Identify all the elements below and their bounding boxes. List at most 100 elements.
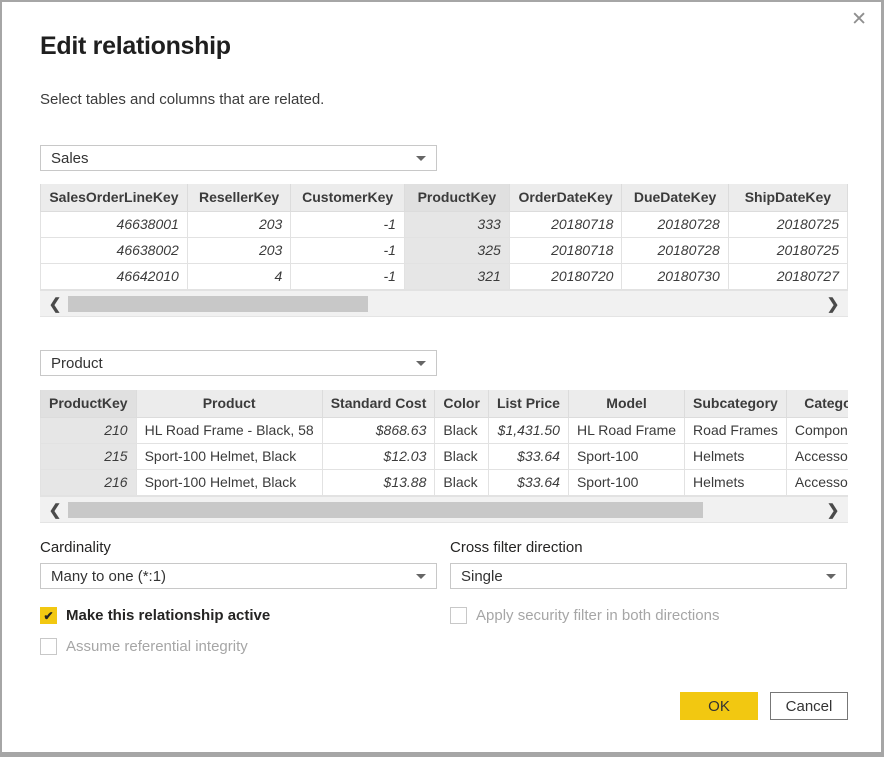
- table-cell[interactable]: 20180728: [622, 211, 728, 237]
- column-header[interactable]: Standard Cost: [322, 390, 435, 417]
- close-icon[interactable]: ✕: [851, 10, 867, 29]
- table-cell[interactable]: Accessories: [786, 443, 848, 469]
- table-cell[interactable]: Road Frames: [685, 417, 787, 443]
- table-cell[interactable]: 20180720: [509, 263, 622, 289]
- table-cell-selected[interactable]: 333: [404, 211, 509, 237]
- column-header[interactable]: List Price: [488, 390, 568, 417]
- column-header[interactable]: Subcategory: [685, 390, 787, 417]
- table-cell[interactable]: $13.88: [322, 469, 435, 495]
- table-cell-selected[interactable]: 321: [404, 263, 509, 289]
- sales-horizontal-scrollbar[interactable]: ❮ ❯: [40, 290, 848, 316]
- table-cell[interactable]: Helmets: [685, 443, 787, 469]
- table-cell[interactable]: $12.03: [322, 443, 435, 469]
- sales-header-row: SalesOrderLineKey ResellerKey CustomerKe…: [41, 184, 848, 211]
- checkbox-checked-icon[interactable]: ✔: [40, 607, 57, 624]
- table-cell[interactable]: 4: [187, 263, 290, 289]
- table-cell[interactable]: Black: [435, 443, 489, 469]
- column-header[interactable]: Color: [435, 390, 489, 417]
- table-cell[interactable]: $33.64: [488, 469, 568, 495]
- table-cell[interactable]: 20180718: [509, 237, 622, 263]
- scrollbar-thumb[interactable]: [68, 502, 703, 518]
- scroll-right-icon[interactable]: ❯: [820, 497, 846, 523]
- table-cell[interactable]: 20180725: [728, 211, 847, 237]
- cross-filter-select-value: Single: [461, 568, 503, 585]
- make-active-checkbox-row[interactable]: ✔ Make this relationship active: [40, 607, 270, 624]
- table-cell[interactable]: Accessories: [786, 469, 848, 495]
- product-table-select[interactable]: Product: [40, 350, 437, 376]
- table-row: 46642010 4 -1 321 20180720 20180730 2018…: [41, 263, 848, 289]
- table-cell[interactable]: Components: [786, 417, 848, 443]
- column-header[interactable]: Product: [136, 390, 322, 417]
- column-header[interactable]: ShipDateKey: [728, 184, 847, 211]
- table-cell[interactable]: 20180730: [622, 263, 728, 289]
- table-row: 210 HL Road Frame - Black, 58 $868.63 Bl…: [41, 417, 849, 443]
- scroll-left-icon[interactable]: ❮: [42, 497, 68, 523]
- cardinality-label: Cardinality: [40, 539, 111, 556]
- checkbox-unchecked-icon: [40, 638, 57, 655]
- edit-relationship-dialog: ✕ Edit relationship Select tables and co…: [0, 0, 884, 757]
- table-cell[interactable]: 46638001: [41, 211, 188, 237]
- column-header-selected[interactable]: ProductKey: [404, 184, 509, 211]
- scroll-left-icon[interactable]: ❮: [42, 291, 68, 317]
- table-cell-selected[interactable]: 325: [404, 237, 509, 263]
- product-horizontal-scrollbar[interactable]: ❮ ❯: [40, 496, 848, 522]
- table-cell[interactable]: 203: [187, 237, 290, 263]
- scroll-right-icon[interactable]: ❯: [820, 291, 846, 317]
- table-cell-selected[interactable]: 216: [41, 469, 137, 495]
- assume-integrity-label: Assume referential integrity: [66, 638, 248, 655]
- table-cell[interactable]: HL Road Frame - Black, 58: [136, 417, 322, 443]
- make-active-label: Make this relationship active: [66, 607, 270, 624]
- table-cell[interactable]: $1,431.50: [488, 417, 568, 443]
- table-cell[interactable]: Helmets: [685, 469, 787, 495]
- table-cell[interactable]: HL Road Frame: [568, 417, 684, 443]
- checkbox-unchecked-icon: [450, 607, 467, 624]
- column-header[interactable]: Model: [568, 390, 684, 417]
- column-header-selected[interactable]: ProductKey: [41, 390, 137, 417]
- column-header[interactable]: OrderDateKey: [509, 184, 622, 211]
- table-row: 216 Sport-100 Helmet, Black $13.88 Black…: [41, 469, 849, 495]
- table-cell[interactable]: 20180728: [622, 237, 728, 263]
- table-cell[interactable]: 20180718: [509, 211, 622, 237]
- table-cell[interactable]: Sport-100 Helmet, Black: [136, 443, 322, 469]
- scrollbar-thumb[interactable]: [68, 296, 368, 312]
- ok-button[interactable]: OK: [680, 692, 758, 720]
- table-cell[interactable]: $868.63: [322, 417, 435, 443]
- table-cell[interactable]: 203: [187, 211, 290, 237]
- table-cell[interactable]: -1: [291, 237, 405, 263]
- table-cell[interactable]: Sport-100: [568, 469, 684, 495]
- table-row: 215 Sport-100 Helmet, Black $12.03 Black…: [41, 443, 849, 469]
- table-cell[interactable]: -1: [291, 263, 405, 289]
- sales-table-select[interactable]: Sales: [40, 145, 437, 171]
- table-cell[interactable]: Black: [435, 469, 489, 495]
- table-cell[interactable]: Sport-100: [568, 443, 684, 469]
- table-cell[interactable]: $33.64: [488, 443, 568, 469]
- table-cell[interactable]: 46642010: [41, 263, 188, 289]
- table-cell[interactable]: 20180725: [728, 237, 847, 263]
- sales-table: SalesOrderLineKey ResellerKey CustomerKe…: [40, 184, 848, 317]
- cancel-button[interactable]: Cancel: [770, 692, 848, 720]
- chevron-down-icon: [416, 361, 426, 366]
- sales-table-select-value: Sales: [51, 150, 89, 167]
- table-cell-selected[interactable]: 215: [41, 443, 137, 469]
- security-filter-checkbox-row: Apply security filter in both directions: [450, 607, 719, 624]
- table-cell-selected[interactable]: 210: [41, 417, 137, 443]
- column-header[interactable]: CustomerKey: [291, 184, 405, 211]
- column-header[interactable]: Category: [786, 390, 848, 417]
- cardinality-select[interactable]: Many to one (*:1): [40, 563, 437, 589]
- assume-integrity-checkbox-row: Assume referential integrity: [40, 638, 248, 655]
- product-table-select-value: Product: [51, 355, 103, 372]
- cross-filter-select[interactable]: Single: [450, 563, 847, 589]
- table-row: 46638001 203 -1 333 20180718 20180728 20…: [41, 211, 848, 237]
- table-cell[interactable]: 20180727: [728, 263, 847, 289]
- column-header[interactable]: DueDateKey: [622, 184, 728, 211]
- table-cell[interactable]: 46638002: [41, 237, 188, 263]
- table-cell[interactable]: Sport-100 Helmet, Black: [136, 469, 322, 495]
- column-header[interactable]: SalesOrderLineKey: [41, 184, 188, 211]
- dialog-subtitle: Select tables and columns that are relat…: [40, 91, 324, 108]
- product-table: ProductKey Product Standard Cost Color L…: [40, 390, 848, 523]
- column-header[interactable]: ResellerKey: [187, 184, 290, 211]
- chevron-down-icon: [416, 156, 426, 161]
- cross-filter-label: Cross filter direction: [450, 539, 583, 556]
- table-cell[interactable]: -1: [291, 211, 405, 237]
- table-cell[interactable]: Black: [435, 417, 489, 443]
